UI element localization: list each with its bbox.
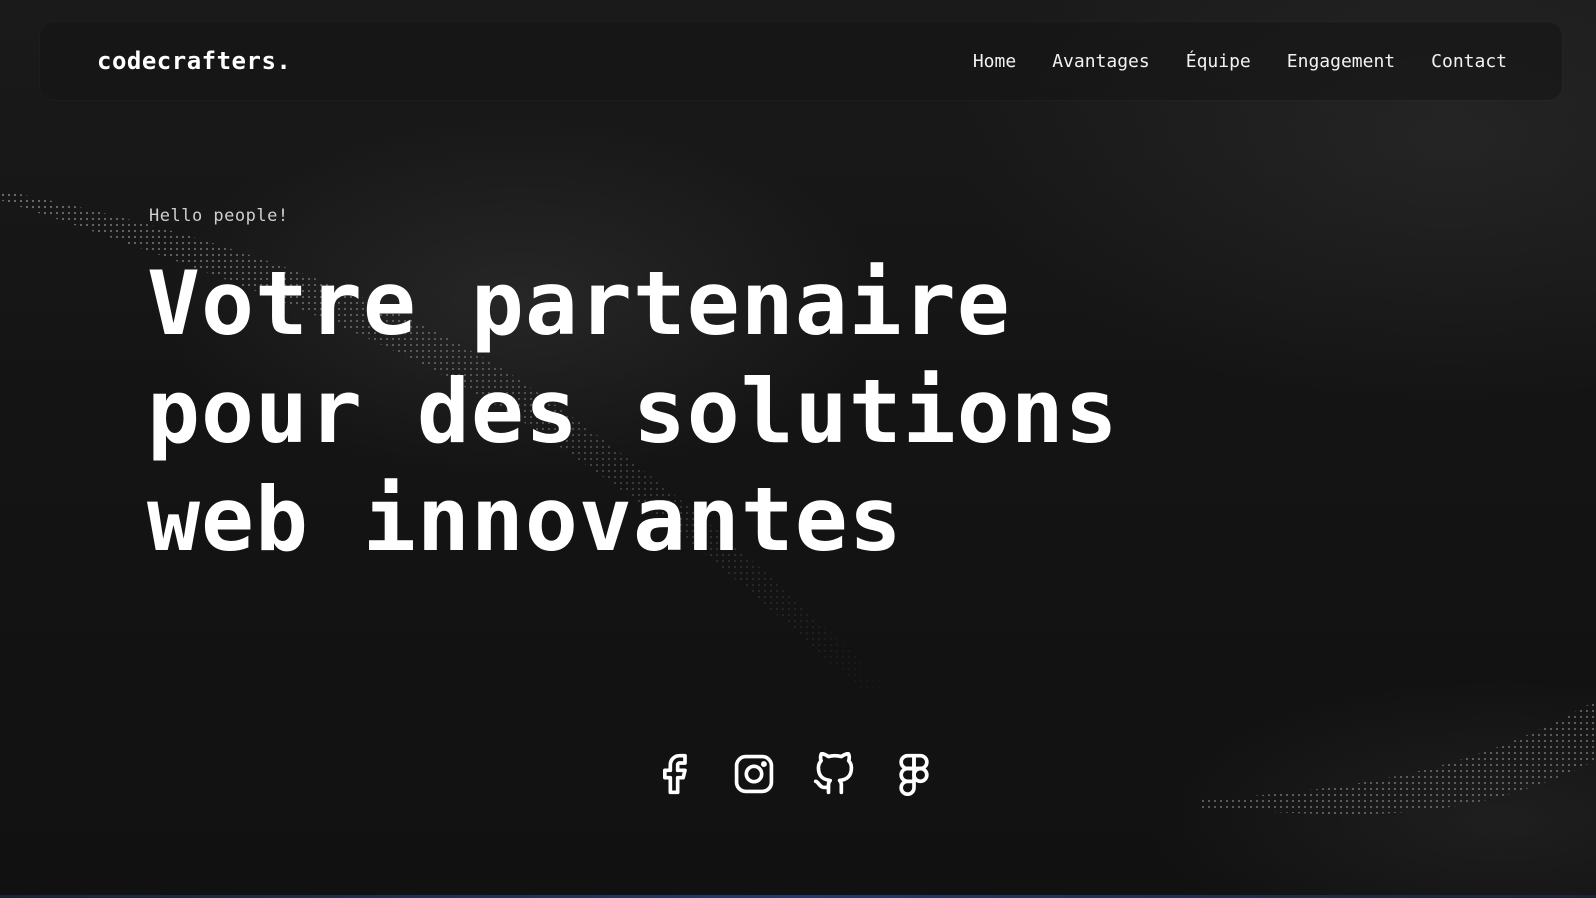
github-icon[interactable]: [812, 752, 856, 796]
navbar: codecrafters. Home Avantages Équipe Enga…: [40, 22, 1562, 100]
hero-title: Votre partenaire pour des solutions web …: [147, 252, 1119, 571]
facebook-icon[interactable]: [652, 752, 696, 796]
nav-link-avantages[interactable]: Avantages: [1052, 51, 1150, 72]
brand-logo[interactable]: codecrafters.: [97, 22, 291, 100]
nav-link-engagement[interactable]: Engagement: [1287, 51, 1395, 72]
main-nav: Home Avantages Équipe Engagement Contact: [937, 22, 1507, 100]
instagram-icon[interactable]: [732, 752, 776, 796]
nav-link-equipe[interactable]: Équipe: [1186, 51, 1251, 72]
figma-icon[interactable]: [892, 752, 936, 796]
hero-eyebrow: Hello people!: [149, 206, 289, 226]
social-links: [652, 752, 936, 796]
nav-link-contact[interactable]: Contact: [1431, 51, 1507, 72]
nav-link-home[interactable]: Home: [973, 51, 1016, 72]
